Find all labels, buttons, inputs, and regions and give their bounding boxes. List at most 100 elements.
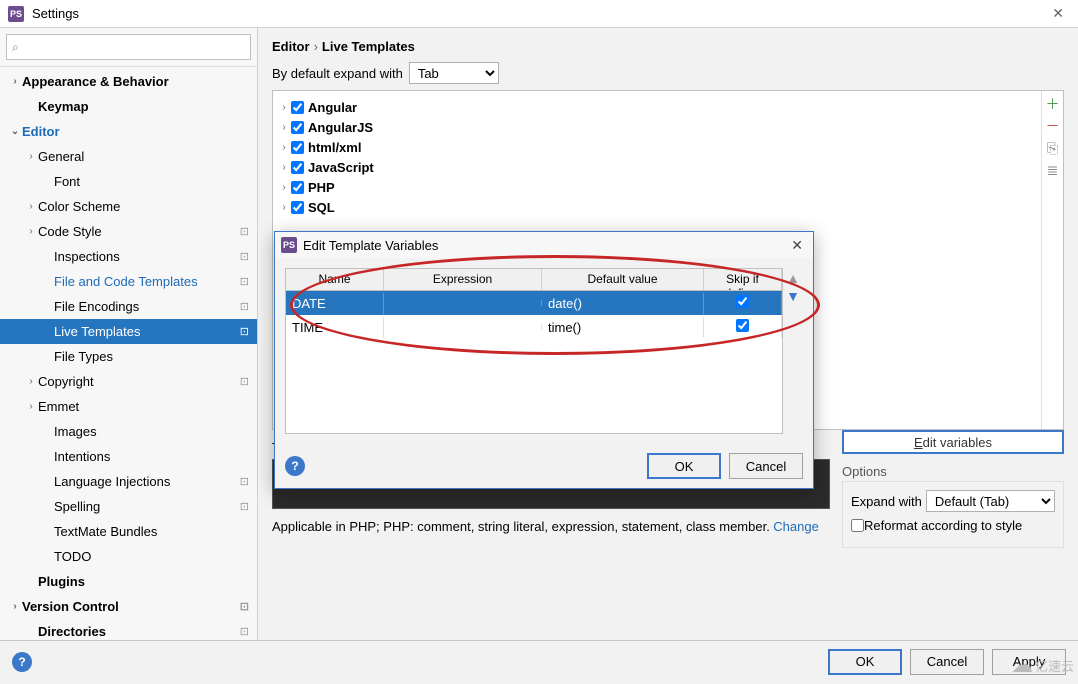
- title-bar: PS Settings ✕: [0, 0, 1078, 28]
- template-group[interactable]: ›SQL: [277, 197, 1037, 217]
- tree-item-intentions[interactable]: Intentions: [0, 444, 257, 469]
- col-default-value[interactable]: Default value: [542, 269, 704, 290]
- cell-name[interactable]: DATE: [286, 293, 384, 314]
- col-expression[interactable]: Expression: [384, 269, 542, 290]
- search-input[interactable]: [6, 34, 251, 60]
- tree-item-label: Keymap: [38, 99, 257, 114]
- col-name[interactable]: Name: [286, 269, 384, 290]
- tree-item-plugins[interactable]: Plugins: [0, 569, 257, 594]
- scope-icon: ⊡: [240, 375, 249, 388]
- tree-item-label: TextMate Bundles: [54, 524, 257, 539]
- edit-template-variables-dialog: PS Edit Template Variables ✕ Name Expres…: [274, 231, 814, 489]
- cell-skip[interactable]: [704, 292, 782, 314]
- template-group[interactable]: › AngularJS: [277, 117, 1037, 137]
- tree-item-directories[interactable]: Directories⊡: [0, 619, 257, 640]
- tree-item-file-and-code-templates[interactable]: File and Code Templates⊡: [0, 269, 257, 294]
- tree-item-label: Font: [54, 174, 257, 189]
- chevron-icon: ›: [24, 226, 38, 237]
- tree-item-live-templates[interactable]: Live Templates⊡: [0, 319, 257, 344]
- tree-item-file-encodings[interactable]: File Encodings⊡: [0, 294, 257, 319]
- cell-skip[interactable]: [704, 316, 782, 338]
- tree-item-keymap[interactable]: Keymap: [0, 94, 257, 119]
- close-icon[interactable]: ✕: [1046, 5, 1070, 22]
- expand-with-combo[interactable]: Default (Tab): [926, 490, 1055, 512]
- search-icon: ⌕: [12, 40, 19, 55]
- template-checkbox[interactable]: [291, 161, 304, 174]
- col-skip[interactable]: Skip if defin...: [704, 269, 782, 290]
- reformat-checkbox[interactable]: [851, 519, 864, 532]
- scope-icon: ⊡: [240, 275, 249, 288]
- dialog-title: Edit Template Variables: [303, 238, 438, 253]
- table-row[interactable]: TIME time(): [286, 315, 782, 339]
- expand-combo[interactable]: Tab: [409, 62, 499, 84]
- dialog-ok-button[interactable]: OK: [647, 453, 721, 479]
- tree-item-font[interactable]: Font: [0, 169, 257, 194]
- variables-table[interactable]: Name Expression Default value Skip if de…: [285, 268, 783, 434]
- tree-item-todo[interactable]: TODO: [0, 544, 257, 569]
- tree-item-editor[interactable]: ⌄Editor: [0, 119, 257, 144]
- template-checkbox[interactable]: [291, 101, 304, 114]
- tree-item-general[interactable]: ›General: [0, 144, 257, 169]
- skip-checkbox[interactable]: [736, 319, 749, 332]
- list-icon[interactable]: ≣: [1044, 161, 1062, 179]
- tree-item-label: Emmet: [38, 399, 257, 414]
- template-group[interactable]: ›JavaScript: [277, 157, 1037, 177]
- tree-item-label: TODO: [54, 549, 257, 564]
- tree-item-color-scheme[interactable]: ›Color Scheme: [0, 194, 257, 219]
- tree-item-inspections[interactable]: Inspections⊡: [0, 244, 257, 269]
- template-checkbox[interactable]: [291, 141, 304, 154]
- help-icon[interactable]: ?: [285, 456, 305, 476]
- table-row[interactable]: DATE date(): [286, 291, 782, 315]
- tree-item-version-control[interactable]: ›Version Control⊡: [0, 594, 257, 619]
- scope-icon: ⊡: [240, 300, 249, 313]
- help-icon[interactable]: ?: [12, 652, 32, 672]
- remove-icon[interactable]: －: [1044, 117, 1062, 135]
- template-label: AngularJS: [308, 120, 373, 135]
- chevron-icon: ›: [24, 376, 38, 387]
- cancel-button[interactable]: Cancel: [910, 649, 984, 675]
- tree-item-label: Color Scheme: [38, 199, 257, 214]
- tree-item-textmate-bundles[interactable]: TextMate Bundles: [0, 519, 257, 544]
- tree-item-emmet[interactable]: ›Emmet: [0, 394, 257, 419]
- expand-with-label: Expand with: [851, 494, 922, 509]
- change-link[interactable]: Change: [773, 519, 819, 534]
- tree-item-images[interactable]: Images: [0, 419, 257, 444]
- cell-name[interactable]: TIME: [286, 317, 384, 338]
- move-up-icon[interactable]: ▲: [786, 270, 800, 286]
- tree-item-appearance-behavior[interactable]: ›Appearance & Behavior: [0, 69, 257, 94]
- cell-default[interactable]: time(): [542, 317, 704, 338]
- ok-button[interactable]: OK: [828, 649, 902, 675]
- cell-default[interactable]: date(): [542, 293, 704, 314]
- edit-variables-button[interactable]: Edit variables: [842, 430, 1064, 454]
- app-icon: PS: [8, 6, 24, 22]
- tree-item-label: Spelling: [54, 499, 257, 514]
- template-checkbox[interactable]: [291, 201, 304, 214]
- move-down-icon[interactable]: ▼: [786, 288, 800, 304]
- tree-item-language-injections[interactable]: Language Injections⊡: [0, 469, 257, 494]
- chevron-icon: ⌄: [8, 126, 22, 137]
- template-group[interactable]: ›Angular: [277, 97, 1037, 117]
- template-group[interactable]: ›html/xml: [277, 137, 1037, 157]
- tree-item-copyright[interactable]: ›Copyright⊡: [0, 369, 257, 394]
- cell-expression[interactable]: [384, 324, 542, 330]
- tree-item-spelling[interactable]: Spelling⊡: [0, 494, 257, 519]
- chevron-right-icon: ›: [277, 122, 291, 133]
- close-icon[interactable]: ✕: [787, 237, 807, 254]
- footer: ? OK Cancel Apply: [0, 640, 1078, 682]
- settings-tree: ›Appearance & Behavior Keymap ⌄Editor›Gene…: [0, 67, 257, 640]
- cell-expression[interactable]: [384, 300, 542, 306]
- options-label: Options: [842, 464, 1064, 479]
- tree-item-file-types[interactable]: File Types: [0, 344, 257, 369]
- template-group[interactable]: ›PHP: [277, 177, 1037, 197]
- template-checkbox[interactable]: [291, 121, 304, 134]
- copy-icon[interactable]: ⎘: [1044, 139, 1062, 157]
- dialog-cancel-button[interactable]: Cancel: [729, 453, 803, 479]
- tree-item-code-style[interactable]: ›Code Style⊡: [0, 219, 257, 244]
- template-checkbox[interactable]: [291, 181, 304, 194]
- scope-icon: ⊡: [240, 250, 249, 263]
- tree-item-label: Directories: [38, 624, 257, 639]
- add-icon[interactable]: ＋: [1044, 95, 1062, 113]
- template-label: JavaScript: [308, 160, 374, 175]
- skip-checkbox[interactable]: [736, 295, 749, 308]
- cloud-icon: ☁: [1011, 652, 1033, 678]
